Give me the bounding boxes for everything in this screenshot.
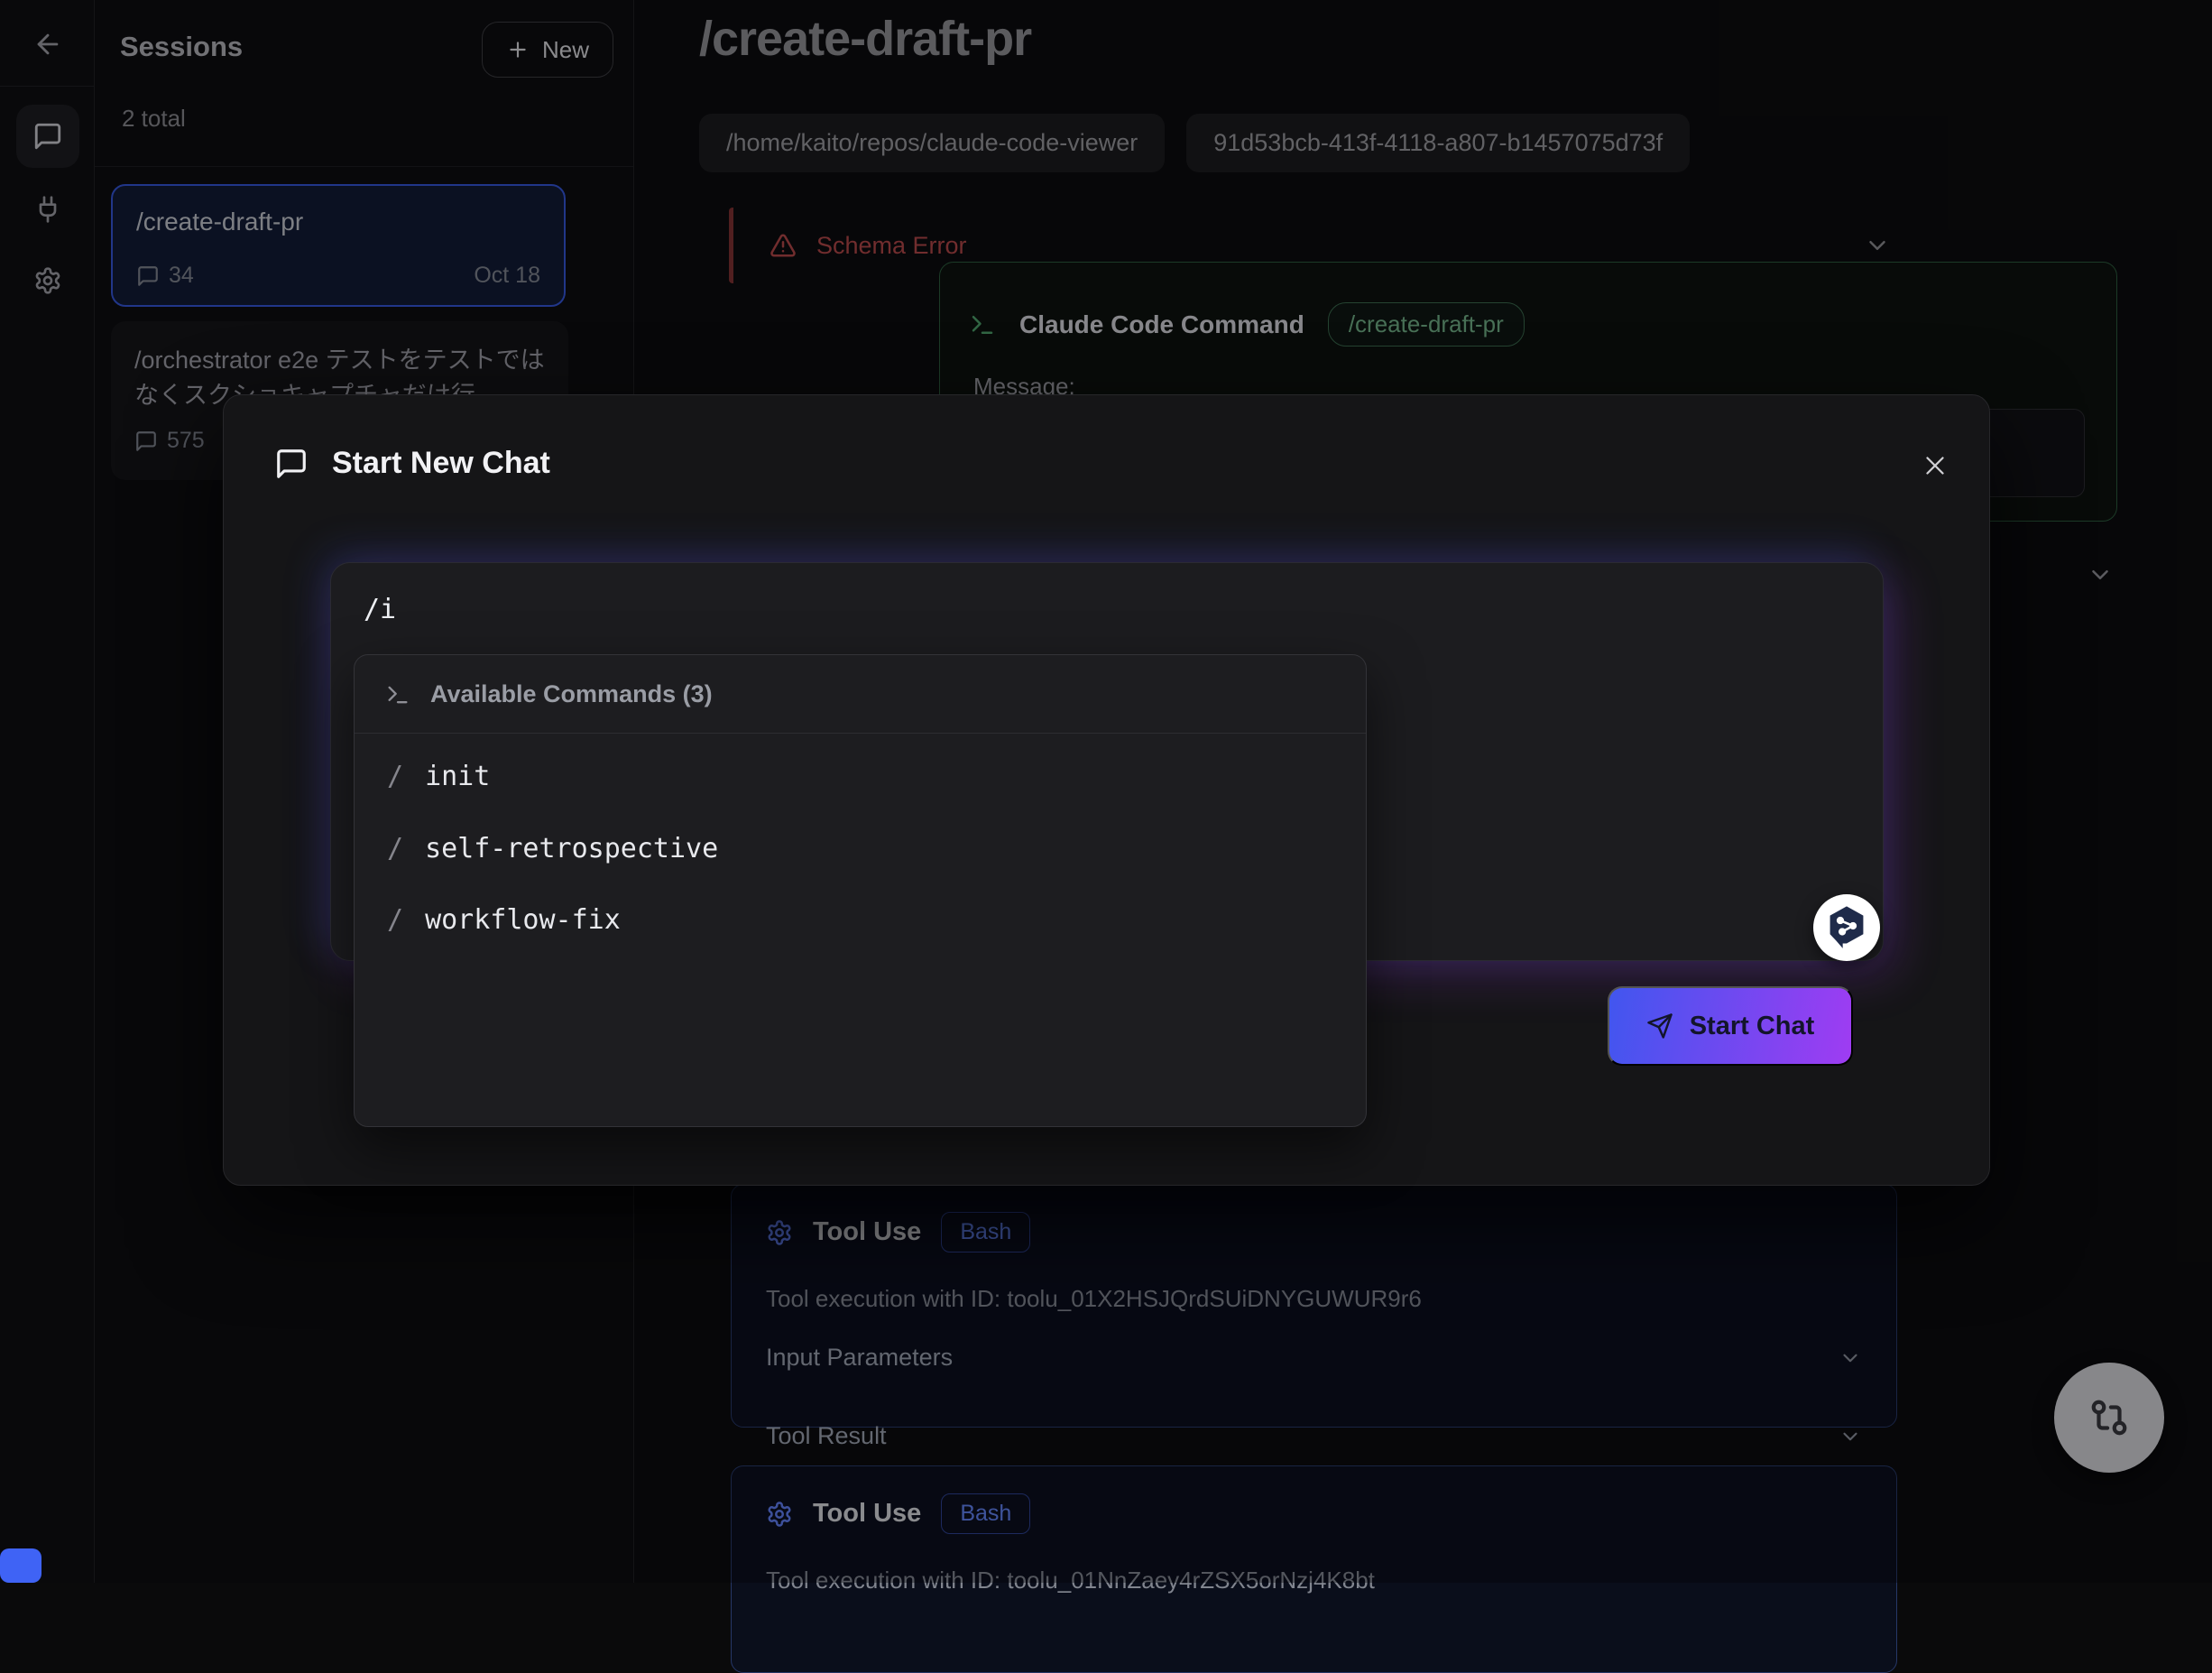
send-icon [1646, 1012, 1673, 1040]
git-compare-fab[interactable] [2054, 1363, 2164, 1473]
terminal-icon [385, 682, 410, 707]
command-autocomplete: Available Commands (3) / init / self-ret… [354, 654, 1367, 1127]
command-option-self-retrospective[interactable]: / self-retrospective [387, 812, 718, 884]
slash-prefix: / [387, 904, 403, 936]
chat-bubble-icon [274, 447, 309, 481]
start-new-chat-modal: Start New Chat /i Available Commands (3)… [223, 394, 1990, 1186]
slash-prefix: / [387, 761, 403, 792]
dropdown-divider [355, 733, 1366, 734]
close-icon[interactable] [1917, 448, 1953, 484]
chat-input-value: /i [364, 594, 396, 625]
command-name: workflow-fix [425, 904, 621, 936]
extension-logo-badge[interactable] [1813, 894, 1880, 961]
start-chat-label: Start Chat [1690, 1012, 1815, 1041]
corner-indicator [0, 1548, 41, 1583]
command-option-workflow-fix[interactable]: / workflow-fix [387, 883, 621, 956]
git-compare-icon [2088, 1397, 2130, 1438]
available-commands-header: Available Commands (3) [430, 680, 713, 708]
command-option-init[interactable]: / init [387, 740, 490, 812]
command-name: self-retrospective [425, 833, 718, 864]
modal-title: Start New Chat [332, 446, 550, 481]
slash-prefix: / [387, 833, 403, 864]
hexagon-share-logo-icon [1823, 902, 1870, 954]
start-chat-button[interactable]: Start Chat [1608, 986, 1853, 1066]
command-name: init [425, 761, 490, 792]
